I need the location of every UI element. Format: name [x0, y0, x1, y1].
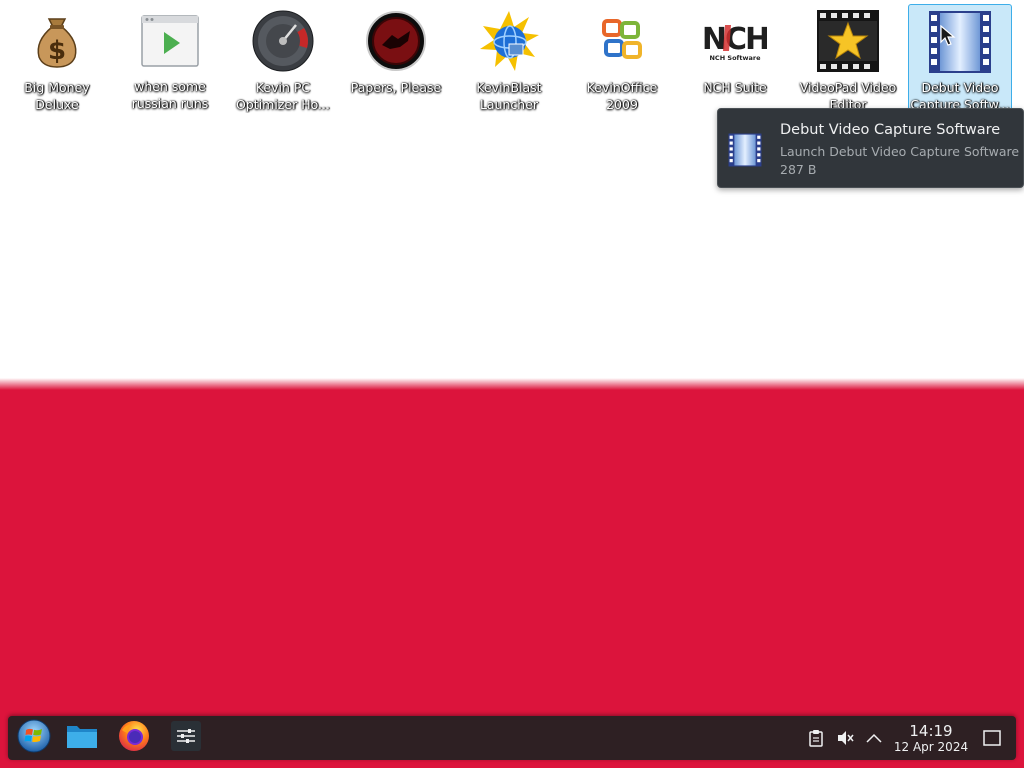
- desktop-icon-debut-video-capture[interactable]: Debut Video Capture Softw...: [908, 4, 1012, 114]
- desktop-icon-label: Papers, Please: [350, 80, 442, 95]
- office-logo-icon: [589, 8, 655, 74]
- desktop-icon-label: KevinOffice 2009: [586, 80, 658, 112]
- desktop-icon-papers-please[interactable]: Papers, Please: [344, 4, 448, 114]
- film-strip-icon: [728, 133, 762, 167]
- clock-date: 12 Apr 2024: [893, 740, 969, 754]
- desktop-icon-label: NCH Suite: [703, 80, 767, 95]
- papers-please-emblem-icon: [363, 8, 429, 74]
- mouse-cursor-icon: [940, 24, 956, 47]
- desktop-icon-video-file[interactable]: when some russian runs a...: [118, 4, 222, 114]
- speedometer-icon: [250, 8, 316, 74]
- show-desktop-button[interactable]: [982, 728, 1002, 748]
- desktop-icon-videopad-video-editor[interactable]: VideoPad Video Editor: [796, 4, 900, 114]
- clock-time: 14:19: [909, 722, 953, 740]
- desktop-icon-kevin-pc-optimizer[interactable]: Kevin PC Optimizer Ho...: [231, 4, 335, 114]
- desktop-icon-label: KevinBlast Launcher: [476, 80, 542, 112]
- desktop-icon-big-money-deluxe[interactable]: $ Big Money Deluxe: [5, 4, 109, 114]
- desktop-icon-label: Big Money Deluxe: [24, 80, 90, 112]
- desktop-icon-nch-suite[interactable]: NCH NCH Software NCH Suite: [683, 4, 787, 114]
- film-star-icon: [815, 8, 881, 74]
- clipboard-icon[interactable]: [806, 728, 826, 748]
- file-manager-button[interactable]: [62, 720, 102, 756]
- video-file-icon: [137, 8, 203, 73]
- windows-orb-icon: [17, 719, 51, 757]
- svg-text:NCH: NCH: [703, 22, 767, 57]
- svg-text:NCH Software: NCH Software: [709, 54, 761, 62]
- film-strip-icon: [927, 9, 993, 74]
- taskbar: 14:19 12 Apr 2024: [8, 716, 1016, 760]
- desktop-icon-label: when some russian runs a...: [131, 79, 209, 114]
- globe-burst-icon: [476, 8, 542, 74]
- tooltip-file-size: 287 B: [780, 162, 817, 177]
- desktop-icon-grid: $ Big Money Deluxe when some russian run…: [0, 0, 1024, 120]
- nch-logo-icon: NCH NCH Software: [702, 8, 768, 74]
- system-settings-button[interactable]: [166, 720, 206, 756]
- desktop-icon-kevinblast-launcher[interactable]: KevinBlast Launcher: [457, 4, 561, 114]
- svg-text:$: $: [48, 36, 66, 66]
- firefox-button[interactable]: [114, 720, 154, 756]
- icon-tooltip: Debut Video Capture Software Launch Debu…: [717, 108, 1024, 188]
- desktop-icon-kevinoffice-2009[interactable]: KevinOffice 2009: [570, 4, 674, 114]
- start-menu-button[interactable]: [14, 719, 54, 757]
- sliders-icon: [171, 721, 201, 755]
- tooltip-title: Debut Video Capture Software: [780, 122, 1001, 138]
- chevron-up-icon[interactable]: [864, 728, 884, 748]
- clock[interactable]: 14:19 12 Apr 2024: [888, 723, 974, 755]
- money-bag-icon: $: [24, 8, 90, 74]
- wallpaper-divider: [0, 378, 1024, 390]
- wallpaper-red-band: [0, 384, 1024, 768]
- firefox-icon: [118, 720, 150, 756]
- folder-icon: [66, 722, 98, 754]
- tooltip-subtitle: Launch Debut Video Capture Software: [780, 144, 1020, 159]
- desktop-icon-label: Kevin PC Optimizer Ho...: [236, 80, 330, 112]
- volume-muted-icon[interactable]: [835, 728, 855, 748]
